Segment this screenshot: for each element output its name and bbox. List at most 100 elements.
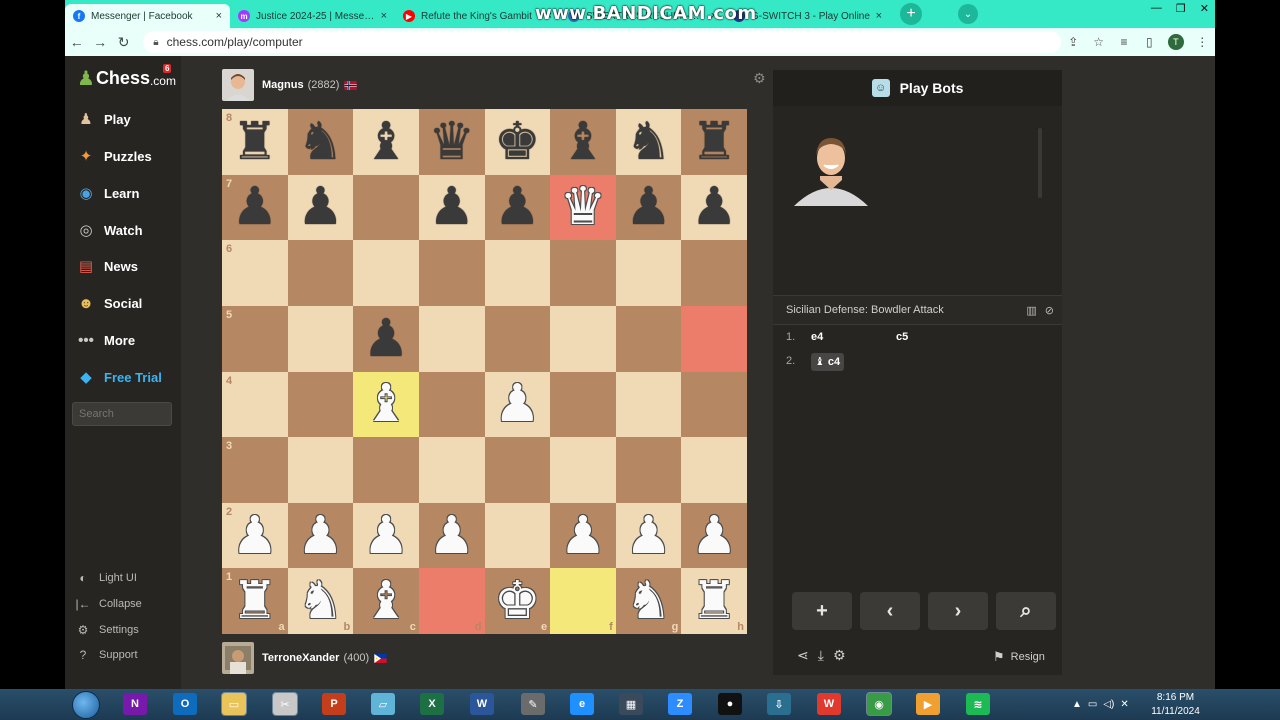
square-e2[interactable] <box>484 502 551 569</box>
square-g1[interactable]: g ♞ <box>615 568 682 634</box>
square-f7[interactable]: ♛ <box>550 174 616 241</box>
square-h5[interactable] <box>681 305 747 372</box>
square-b1[interactable]: b ♞ <box>287 568 354 634</box>
square-g6[interactable] <box>615 240 682 306</box>
white-bishop-icon[interactable]: ♝ <box>363 575 410 627</box>
chrome-app-icon[interactable]: ◉ <box>866 692 892 716</box>
notes-app-icon[interactable]: ▱ <box>371 693 395 715</box>
start-button[interactable] <box>72 691 100 719</box>
media-app-icon[interactable]: ▶ <box>916 693 940 715</box>
word-app-icon[interactable]: W <box>470 693 494 715</box>
white-king-icon[interactable]: ♚ <box>494 575 541 627</box>
square-e4[interactable]: ♟ <box>484 371 551 438</box>
square-f3[interactable] <box>550 437 616 503</box>
square-e6[interactable] <box>484 240 551 306</box>
square-a6[interactable]: 6 <box>222 240 288 306</box>
sidebar-item-free-trial[interactable]: ◆ Free Trial <box>75 365 162 389</box>
sidebar-item-learn[interactable]: ◉ Learn <box>75 181 139 205</box>
share-icon[interactable]: ⋖ <box>797 647 809 664</box>
black-rook-icon[interactable]: ♜ <box>232 116 279 168</box>
square-a4[interactable]: 4 <box>222 371 288 438</box>
square-d5[interactable] <box>418 305 485 372</box>
square-a7[interactable]: 7 ♟ <box>222 174 288 241</box>
browser-tab[interactable]: m Justice 2024-25 | Messenger × <box>230 4 395 28</box>
square-d7[interactable]: ♟ <box>418 174 485 241</box>
new-tab-button[interactable]: + <box>900 3 922 25</box>
square-d4[interactable] <box>418 371 485 438</box>
square-c2[interactable]: ♟ <box>353 502 419 569</box>
player-avatar[interactable] <box>222 642 254 674</box>
white-pawn-icon[interactable]: ♟ <box>297 510 344 562</box>
square-b2[interactable]: ♟ <box>287 502 354 569</box>
square-h2[interactable]: ♟ <box>681 502 747 569</box>
volume-icon[interactable]: ◁) <box>1103 699 1114 710</box>
square-d8[interactable]: ♛ <box>418 109 485 175</box>
resign-button[interactable]: ⚑ Resign <box>993 649 1045 665</box>
network-icon[interactable]: ▭ <box>1088 699 1097 710</box>
chess-board[interactable]: 8 ♜ ♞ ♝ ♛ ♚ ♝ ♞ ♜ 7 ♟ ♟ ♟ ♟ ♛ ♟ ♟ 6 5 ♟ 4 ♝ ♟ 3 2 ♟ ♟ ♟ ♟ ♟ ♟ ♟ 1 a ♜ b ♞ c ♝ d… <box>222 109 747 634</box>
square-h8[interactable]: ♜ <box>681 109 747 175</box>
white-knight-icon[interactable]: ♞ <box>297 575 344 627</box>
tray-expand-icon[interactable]: ▲ <box>1072 699 1082 710</box>
media-control-icon[interactable]: ≡ <box>1111 35 1136 49</box>
book-icon[interactable]: ▥ <box>1026 304 1036 317</box>
close-tab-icon[interactable]: × <box>876 10 882 22</box>
browser-menu-icon[interactable]: ⋮ <box>1190 35 1215 49</box>
back-icon[interactable]: ← <box>65 34 88 50</box>
white-move[interactable]: e4 <box>811 331 896 343</box>
white-pawn-icon[interactable]: ♟ <box>494 378 541 430</box>
download-icon[interactable]: ⤓ <box>818 647 824 664</box>
board-settings-icon[interactable]: ⚙ <box>753 70 766 87</box>
square-d1[interactable]: d <box>418 568 485 634</box>
square-a8[interactable]: 8 ♜ <box>222 109 288 175</box>
wps-app-icon[interactable]: W <box>817 693 841 715</box>
square-h3[interactable] <box>681 437 747 503</box>
square-c1[interactable]: c ♝ <box>353 568 419 634</box>
onenote-app-icon[interactable]: N <box>123 693 147 715</box>
square-g4[interactable] <box>615 371 682 438</box>
chess-logo[interactable]: ♟ Chess .com 6 <box>77 64 176 91</box>
close-tab-icon[interactable]: × <box>216 10 222 22</box>
restore-icon[interactable]: ❐ <box>1176 2 1186 15</box>
outlook-app-icon[interactable]: O <box>173 693 197 715</box>
white-knight-icon[interactable]: ♞ <box>625 575 672 627</box>
square-e3[interactable] <box>484 437 551 503</box>
spotify-app-icon[interactable]: ≋ <box>966 693 990 715</box>
sidebar-item-puzzles[interactable]: ✦ Puzzles <box>75 144 152 168</box>
tool-app-icon[interactable]: ✎ <box>521 693 545 715</box>
square-f6[interactable] <box>550 240 616 306</box>
previous-move-button[interactable]: ‹ <box>860 592 920 630</box>
sidebar-item-social[interactable]: ☻ Social <box>75 291 142 315</box>
bot-avatar[interactable] <box>792 128 870 206</box>
settings-icon[interactable]: ⚙ <box>833 647 846 664</box>
square-g5[interactable] <box>615 305 682 372</box>
square-h6[interactable] <box>681 240 747 306</box>
black-pawn-icon[interactable]: ♟ <box>363 313 410 365</box>
ie-app-icon[interactable]: e <box>570 693 594 715</box>
white-pawn-icon[interactable]: ♟ <box>625 510 672 562</box>
square-b3[interactable] <box>287 437 354 503</box>
snipping-app-icon[interactable]: ✂ <box>272 692 298 716</box>
browser-tab[interactable]: f Messenger | Facebook × <box>65 4 230 28</box>
square-h7[interactable]: ♟ <box>681 174 747 241</box>
square-e8[interactable]: ♚ <box>484 109 551 175</box>
square-h1[interactable]: h ♜ <box>681 568 747 634</box>
profile-avatar[interactable]: T <box>1168 34 1184 50</box>
white-rook-icon[interactable]: ♜ <box>691 575 738 627</box>
black-pawn-icon[interactable]: ♟ <box>625 181 672 233</box>
square-d3[interactable] <box>418 437 485 503</box>
sidebar-item-watch[interactable]: ◎ Watch <box>75 218 142 242</box>
square-c7[interactable] <box>353 174 419 241</box>
white-pawn-icon[interactable]: ♟ <box>560 510 607 562</box>
explorer-compass-icon[interactable]: ⊘ <box>1045 304 1054 317</box>
minimize-icon[interactable]: — <box>1151 2 1162 15</box>
explorer-app-icon[interactable]: ▭ <box>221 692 247 716</box>
next-move-button[interactable]: › <box>928 592 988 630</box>
square-e7[interactable]: ♟ <box>484 174 551 241</box>
black-bishop-icon[interactable]: ♝ <box>363 116 410 168</box>
square-a5[interactable]: 5 <box>222 305 288 372</box>
square-g3[interactable] <box>615 437 682 503</box>
square-f1[interactable]: f <box>550 568 616 634</box>
square-a2[interactable]: 2 ♟ <box>222 502 288 569</box>
scrollbar[interactable] <box>1038 128 1042 198</box>
